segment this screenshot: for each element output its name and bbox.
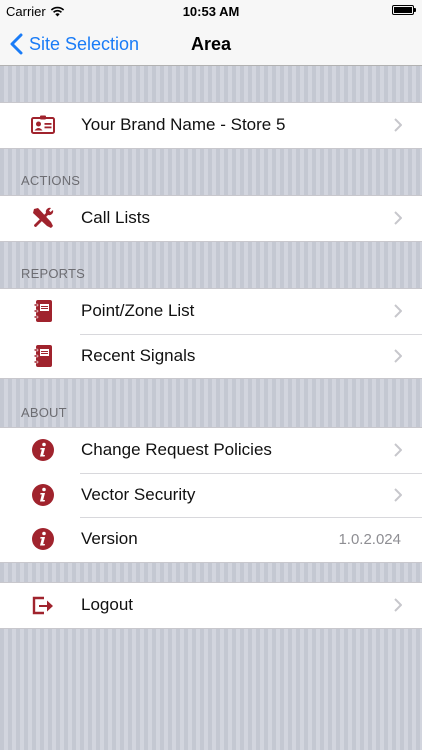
reports-group: Point/Zone List Recent Signals	[0, 288, 422, 379]
call-lists-row[interactable]: Call Lists	[0, 196, 422, 241]
site-label: Your Brand Name - Store 5	[81, 115, 286, 135]
point-zone-list-label: Point/Zone List	[81, 301, 195, 321]
battery-icon	[392, 5, 416, 15]
chevron-right-icon	[394, 443, 402, 457]
call-lists-label: Call Lists	[81, 208, 150, 228]
change-request-policies-label: Change Request Policies	[81, 440, 272, 460]
about-group: Change Request Policies Vector Security …	[0, 427, 422, 563]
vector-security-row[interactable]: Vector Security	[0, 472, 422, 518]
site-group: Your Brand Name - Store 5	[0, 102, 422, 149]
logout-label: Logout	[81, 595, 133, 615]
back-button[interactable]: Site Selection	[10, 22, 139, 66]
id-card-icon	[30, 112, 56, 138]
point-zone-list-row[interactable]: Point/Zone List	[0, 289, 422, 334]
chevron-right-icon	[394, 349, 402, 363]
chevron-right-icon	[394, 211, 402, 225]
section-header-about: ABOUT	[21, 405, 67, 420]
info-icon	[30, 437, 56, 463]
recent-signals-label: Recent Signals	[81, 345, 196, 365]
site-row[interactable]: Your Brand Name - Store 5	[0, 103, 422, 148]
status-bar: Carrier 10:53 AM	[0, 0, 422, 22]
chevron-right-icon	[394, 488, 402, 502]
chevron-right-icon	[394, 304, 402, 318]
status-time: 10:53 AM	[182, 4, 240, 19]
chevron-right-icon	[394, 118, 402, 132]
section-header-actions: ACTIONS	[21, 173, 81, 188]
navigation-bar: Site Selection Area	[0, 22, 422, 66]
back-button-label: Site Selection	[29, 33, 140, 54]
notebook-icon	[30, 343, 56, 369]
vector-security-label: Vector Security	[81, 484, 196, 504]
version-label: Version	[81, 529, 138, 549]
section-header-reports: REPORTS	[21, 266, 86, 281]
version-value: 1.0.2.024	[338, 530, 401, 548]
change-request-policies-row[interactable]: Change Request Policies	[0, 428, 422, 473]
chevron-right-icon	[394, 598, 402, 612]
version-row: Version 1.0.2.024	[0, 517, 422, 562]
tools-icon	[30, 205, 56, 231]
logout-group: Logout	[0, 582, 422, 629]
notebook-icon	[30, 298, 56, 324]
info-icon	[30, 482, 56, 508]
recent-signals-row[interactable]: Recent Signals	[0, 333, 422, 379]
logout-row[interactable]: Logout	[0, 583, 422, 628]
logout-icon	[30, 592, 56, 618]
info-icon	[30, 526, 56, 552]
actions-group: Call Lists	[0, 195, 422, 242]
chevron-left-icon	[10, 33, 23, 55]
